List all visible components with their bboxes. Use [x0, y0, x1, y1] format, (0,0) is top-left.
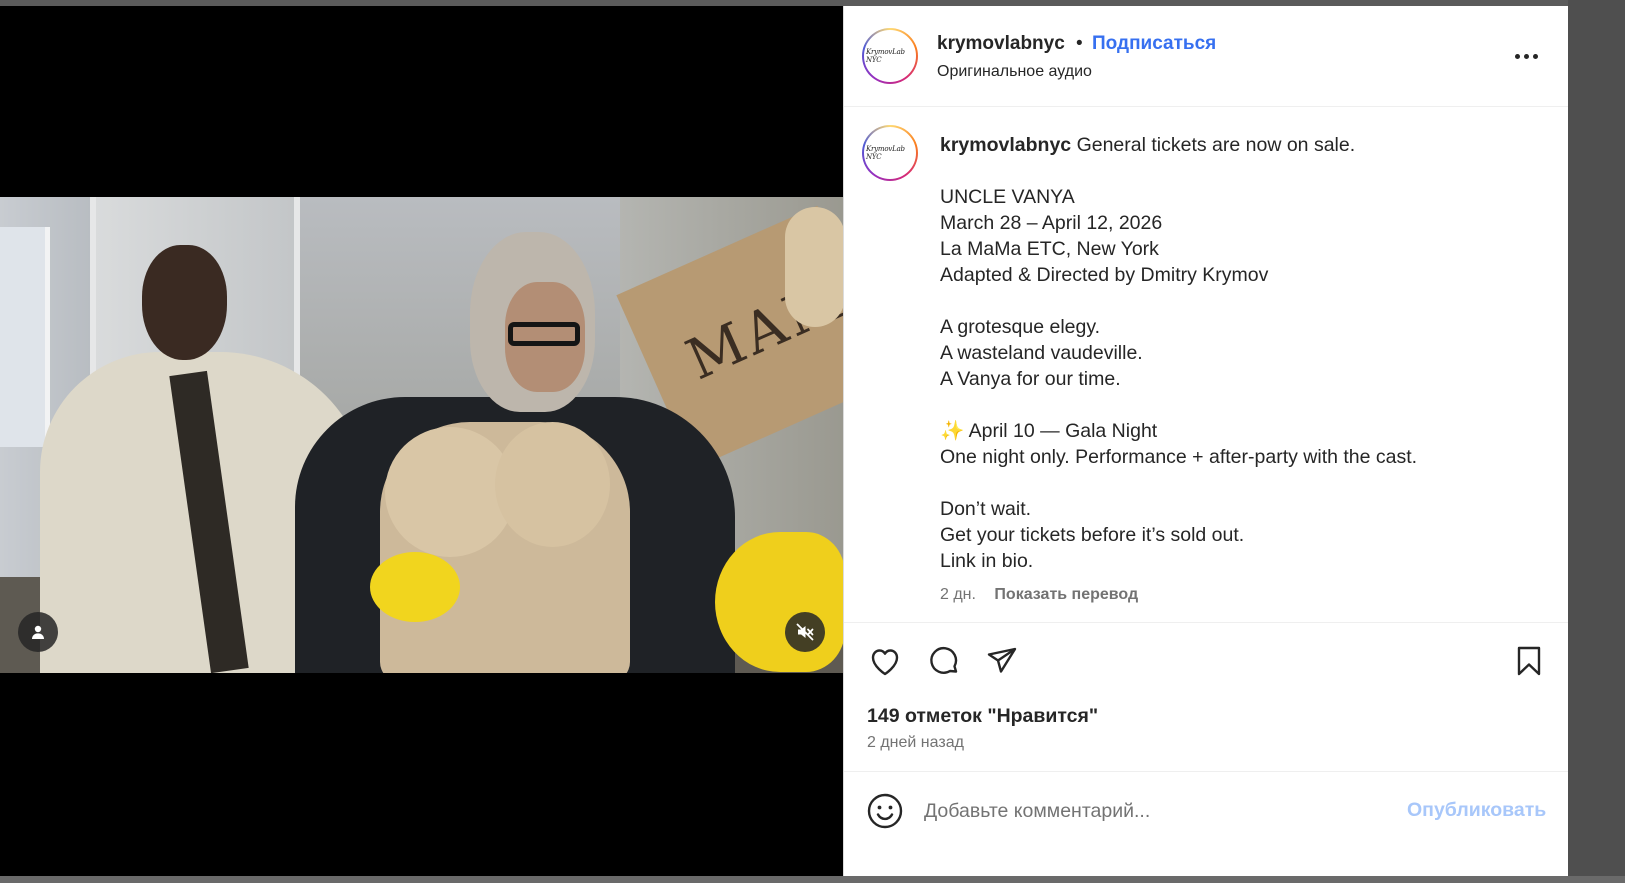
publish-button[interactable]: Опубликовать	[1407, 799, 1546, 822]
more-horizontal-icon	[1514, 53, 1520, 59]
video-actor-left-head	[142, 245, 227, 360]
divider	[844, 771, 1568, 772]
emoji-smile-icon	[867, 793, 903, 829]
divider	[844, 622, 1568, 623]
tagged-users-button[interactable]	[18, 612, 58, 652]
video-scene-hand	[785, 207, 843, 327]
like-button[interactable]	[865, 641, 905, 681]
caption-line: A grotesque elegy.	[940, 316, 1101, 338]
caption-username[interactable]: krymovlabnyc	[940, 134, 1071, 156]
avatar-logo-text: KrymovLab NYC	[866, 145, 905, 161]
video-player[interactable]: MAMA	[0, 197, 843, 673]
share-button[interactable]	[982, 641, 1022, 681]
caption-line: Get your tickets before it’s sold out.	[940, 524, 1245, 546]
mute-toggle-button[interactable]	[785, 612, 825, 652]
follow-button[interactable]: Подписаться	[1092, 33, 1216, 55]
video-costume-padding-right	[495, 422, 610, 547]
comment-input[interactable]	[924, 796, 1394, 826]
video-scene-window	[0, 227, 50, 447]
likes-count[interactable]: 149 отметок "Нравится"	[867, 705, 1098, 728]
post-modal: MAMA KrymovLab NYC krymovlabnyc • Подпис…	[0, 6, 1568, 876]
backdrop-bottom	[0, 876, 1625, 883]
caption-meta: 2 дн. Показать перевод	[940, 586, 1138, 604]
translate-button[interactable]: Показать перевод	[994, 586, 1138, 603]
more-options-button[interactable]	[1509, 41, 1543, 71]
paper-plane-icon	[987, 647, 1017, 673]
caption-line: Adapted & Directed by Dmitry Krymov	[940, 264, 1269, 286]
caption-line: La MaMa ETC, New York	[940, 238, 1159, 260]
caption-line: A wasteland vaudeville.	[940, 342, 1143, 364]
post-header: KrymovLab NYC krymovlabnyc • Подписаться…	[844, 6, 1568, 107]
header-username[interactable]: krymovlabnyc	[937, 33, 1065, 55]
bookmark-icon	[1517, 646, 1541, 676]
caption-line: March 28 – April 12, 2026	[940, 212, 1163, 234]
user-icon	[32, 625, 44, 639]
caption-time[interactable]: 2 дн.	[940, 586, 976, 603]
save-button[interactable]	[1509, 641, 1549, 681]
caption-line: A Vanya for our time.	[940, 368, 1121, 390]
video-actor-glasses	[508, 322, 580, 346]
avatar[interactable]: KrymovLab NYC	[862, 28, 918, 84]
more-horizontal-icon-dot	[1532, 53, 1538, 59]
emoji-button[interactable]	[865, 791, 905, 831]
post-caption: krymovlabnyc General tickets are now on …	[940, 132, 1550, 574]
caption-line: Link in bio.	[940, 550, 1034, 572]
speaker-muted-icon	[796, 623, 814, 641]
caption-line: UNCLE VANYA	[940, 186, 1075, 208]
post-media: MAMA	[0, 6, 843, 876]
post-side-panel: KrymovLab NYC krymovlabnyc • Подписаться…	[843, 6, 1568, 876]
caption-first-line: krymovlabnyc General tickets are now on …	[940, 132, 1550, 158]
video-yellow-flowers-right	[715, 532, 843, 672]
caption-line: Don’t wait.	[940, 498, 1032, 520]
more-horizontal-icon-dot	[1523, 53, 1529, 59]
caption-lead-text: General tickets are now on sale.	[1076, 134, 1356, 156]
avatar-image: KrymovLab NYC	[864, 127, 916, 179]
header-separator: •	[1076, 33, 1083, 54]
comment-bubble-icon	[930, 646, 958, 674]
post-date[interactable]: 2 дней назад	[867, 734, 964, 752]
avatar-image: KrymovLab NYC	[864, 30, 916, 82]
caption-line: One night only. Performance + after-part…	[940, 446, 1418, 468]
avatar-logo-text: KrymovLab NYC	[866, 48, 905, 64]
video-yellow-flowers-left	[370, 552, 460, 622]
caption-avatar[interactable]: KrymovLab NYC	[862, 125, 918, 181]
audio-label[interactable]: Оригинальное аудио	[937, 63, 1092, 81]
backdrop-right	[1568, 0, 1625, 883]
comment-button[interactable]	[924, 641, 964, 681]
caption-line: ✨ April 10 — Gala Night	[940, 420, 1158, 442]
heart-icon	[871, 649, 899, 676]
